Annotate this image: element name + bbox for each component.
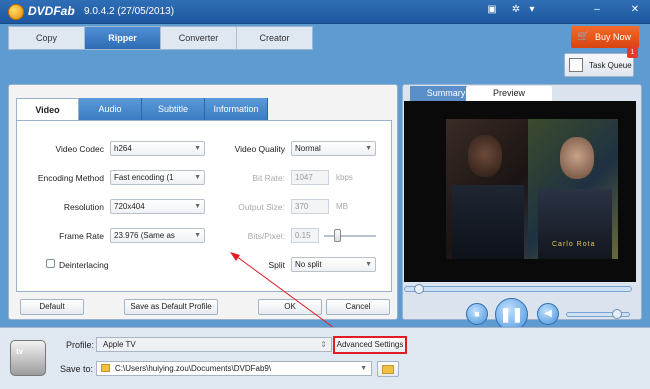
stop-button[interactable]: ■ — [466, 303, 488, 325]
tab-creator[interactable]: Creator — [237, 27, 312, 49]
volume-handle[interactable] — [612, 309, 622, 319]
save-to-path: C:\Users\huiying.zou\Documents\DVDFab9\ — [115, 364, 272, 373]
split-select[interactable]: No split ▼ — [291, 257, 376, 272]
buy-now-button[interactable]: 🛒 Buy Now — [571, 26, 639, 48]
cancel-button[interactable]: Cancel — [326, 299, 390, 315]
actor-left-frame — [446, 119, 528, 259]
output-size-input[interactable]: 370 — [291, 199, 329, 214]
tab-ripper[interactable]: Ripper — [85, 27, 161, 49]
minimize-icon[interactable]: – — [590, 4, 604, 15]
dvdfab-logo-icon — [8, 4, 24, 20]
profile-label: Profile: — [66, 340, 95, 350]
apple-tv-icon: tv — [10, 340, 46, 376]
tab-preview[interactable]: Preview — [466, 86, 552, 101]
buy-now-label: Buy Now — [595, 32, 632, 42]
tab-converter[interactable]: Converter — [161, 27, 237, 49]
flag-icon[interactable]: ▣ — [485, 4, 499, 15]
bits-pixel-slider-handle[interactable] — [334, 229, 341, 242]
deinterlacing-checkbox[interactable] — [46, 259, 55, 268]
folder-small-icon — [101, 364, 110, 372]
save-to-dropdown-icon[interactable]: ▼ — [360, 362, 367, 375]
bits-pixel-slider-track[interactable] — [324, 235, 376, 237]
settings-icon[interactable]: ✲ — [509, 4, 523, 15]
bit-rate-label: Bit Rate: — [252, 173, 285, 183]
task-count-badge: 1 — [627, 47, 638, 58]
video-caption: Carlo Rota — [552, 241, 596, 248]
output-size-label: Output Size: — [238, 202, 285, 212]
main-tab-bar: Copy Ripper Converter Creator — [8, 26, 313, 50]
profile-field[interactable]: Apple TV ⇕ — [96, 337, 332, 352]
profile-scroll-icon: ⇕ — [320, 340, 327, 349]
profile-value: Apple TV — [103, 340, 136, 349]
default-button[interactable]: Default — [20, 299, 84, 315]
cart-icon: 🛒 — [577, 31, 590, 42]
tab-information[interactable]: Information — [205, 98, 268, 120]
video-quality-label: Video Quality — [234, 144, 285, 154]
save-to-label: Save to: — [60, 364, 94, 374]
output-size-unit: MB — [336, 202, 348, 211]
save-as-default-profile-button[interactable]: Save as Default Profile — [124, 299, 218, 315]
resolution-select[interactable]: 720x404 ▼ — [110, 199, 205, 214]
task-queue-icon — [569, 58, 583, 72]
video-preview: Carlo Rota — [404, 101, 636, 282]
encoding-method-select[interactable]: Fast encoding (1 ▼ — [110, 170, 205, 185]
video-codec-label: Video Codec — [55, 144, 104, 154]
split-label: Split — [268, 260, 285, 270]
video-quality-select[interactable]: Normal ▼ — [291, 141, 376, 156]
help-icon[interactable]: ▾ — [525, 4, 539, 15]
seek-bar[interactable] — [404, 286, 632, 292]
tab-video[interactable]: Video — [16, 98, 79, 120]
task-queue-label: Task Queue — [589, 61, 632, 70]
advanced-settings-button[interactable]: Advanced Settings — [333, 336, 407, 354]
bit-rate-unit: kbps — [336, 173, 353, 182]
encoding-method-label: Encoding Method — [37, 173, 104, 183]
seek-handle[interactable] — [414, 284, 424, 294]
actor-right-frame: Carlo Rota — [528, 119, 618, 259]
settings-tab-bar: Video Audio Subtitle Information — [16, 98, 268, 120]
bits-pixel-input[interactable]: 0.15 — [291, 228, 319, 243]
frame-rate-select[interactable]: 23.976 (Same as ▼ — [110, 228, 205, 243]
app-brand: DVDFab — [28, 4, 75, 18]
tab-copy[interactable]: Copy — [9, 27, 85, 49]
resolution-label: Resolution — [63, 202, 104, 212]
ok-button[interactable]: OK — [258, 299, 322, 315]
volume-icon[interactable]: ◀ — [537, 303, 559, 325]
deinterlacing-label: Deinterlacing — [59, 260, 109, 270]
folder-icon — [382, 365, 394, 374]
close-icon[interactable]: ✕ — [628, 4, 642, 15]
video-codec-select[interactable]: h264 ▼ — [110, 141, 205, 156]
app-version: 9.0.4.2 (27/05/2013) — [84, 6, 175, 17]
tab-subtitle[interactable]: Subtitle — [142, 98, 205, 120]
bits-pixel-label: Bits/Pixel: — [247, 231, 285, 241]
bit-rate-input[interactable]: 1047 — [291, 170, 329, 185]
browse-folder-button[interactable] — [377, 361, 399, 377]
tab-audio[interactable]: Audio — [79, 98, 142, 120]
frame-rate-label: Frame Rate — [59, 231, 104, 241]
task-queue-button[interactable]: Task Queue — [564, 53, 634, 77]
save-to-field[interactable]: C:\Users\huiying.zou\Documents\DVDFab9\ … — [96, 361, 372, 376]
